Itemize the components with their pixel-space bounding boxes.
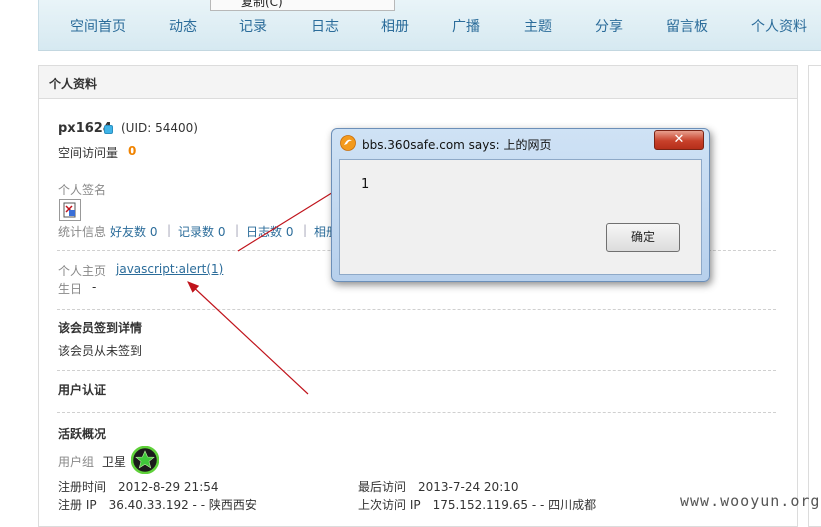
- ok-button[interactable]: 确定: [606, 223, 680, 252]
- app-logo-icon: [340, 135, 356, 151]
- arrow-to-homepage-link: [187, 281, 309, 395]
- arrow-to-dialog: [237, 185, 345, 252]
- dialog-body: 1 确定: [339, 159, 702, 275]
- dialog-message: 1: [361, 177, 370, 192]
- watermark: www.wooyun.org: [680, 492, 821, 510]
- close-button[interactable]: ✕: [654, 130, 704, 150]
- dialog-title: bbs.360safe.com says: 上的网页: [362, 138, 552, 152]
- alert-dialog: bbs.360safe.com says: 上的网页 ✕ 1 确定: [331, 128, 710, 282]
